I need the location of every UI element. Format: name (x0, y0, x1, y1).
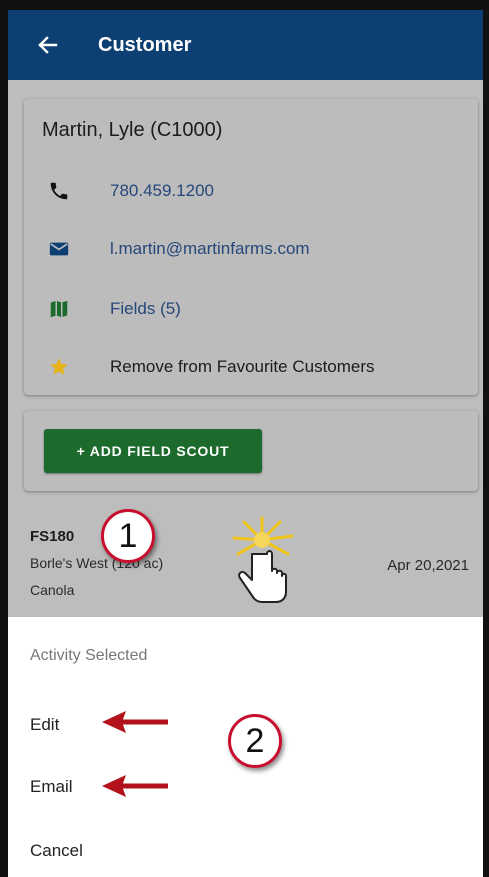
cancel-option[interactable]: Cancel (30, 841, 83, 861)
field-scout-card: + ADD FIELD SCOUT (24, 411, 478, 491)
tap-cursor-icon (232, 516, 294, 603)
sheet-title: Activity Selected (30, 647, 148, 664)
favourite-toggle[interactable]: Remove from Favourite Customers (110, 357, 375, 377)
mail-icon (48, 238, 70, 260)
star-icon (48, 356, 70, 378)
phone-link[interactable]: 780.459.1200 (110, 181, 214, 201)
device-frame-top (0, 0, 489, 10)
customer-name: Martin, Lyle (C1000) (42, 119, 223, 141)
back-arrow-icon[interactable] (36, 34, 58, 56)
phone-icon (48, 180, 70, 202)
app-bar: Customer (8, 10, 483, 80)
device-frame-right (483, 0, 489, 877)
step-2-callout: 2 (228, 714, 282, 768)
activity-date: Apr 20,2021 (387, 557, 469, 574)
activity-crop: Canola (30, 582, 75, 598)
edit-option[interactable]: Edit (30, 715, 59, 735)
add-field-scout-button[interactable]: + ADD FIELD SCOUT (44, 429, 262, 473)
fields-link[interactable]: Fields (5) (110, 299, 181, 319)
activity-id: FS180 (30, 528, 75, 545)
customer-card: Martin, Lyle (C1000) 780.459.1200 l.mart… (24, 99, 478, 395)
email-row[interactable]: l.martin@martinfarms.com (24, 229, 478, 269)
arrow-pointer-email-icon (102, 775, 168, 797)
email-link[interactable]: l.martin@martinfarms.com (110, 239, 310, 259)
map-icon (48, 298, 70, 320)
device-frame-left (0, 0, 8, 877)
page-title: Customer (98, 33, 192, 56)
favourite-row[interactable]: Remove from Favourite Customers (24, 347, 478, 387)
phone-row[interactable]: 780.459.1200 (24, 171, 478, 211)
fields-row[interactable]: Fields (5) (24, 289, 478, 329)
arrow-pointer-edit-icon (102, 711, 168, 733)
step-1-callout: 1 (101, 509, 155, 563)
email-option[interactable]: Email (30, 777, 73, 797)
